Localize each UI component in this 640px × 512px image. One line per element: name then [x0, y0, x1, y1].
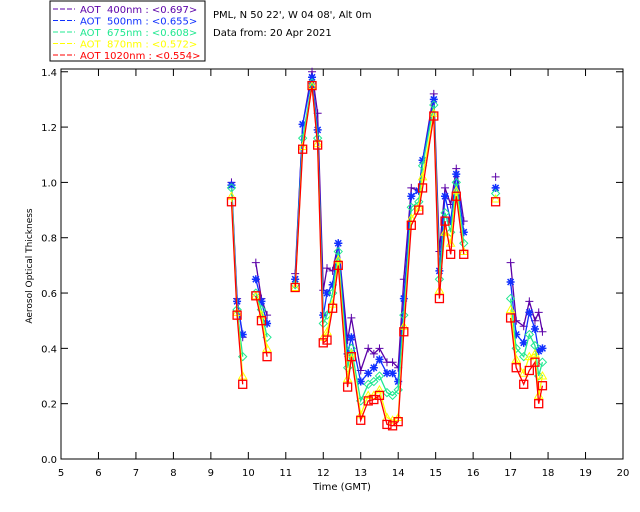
data-point-asterisk: [251, 275, 260, 284]
x-tick-label: 16: [467, 468, 480, 479]
x-tick-label: 14: [392, 468, 405, 479]
data-point-asterisk: [334, 239, 343, 248]
data-point-asterisk: [375, 355, 384, 364]
series-0: [227, 67, 547, 375]
series-line: [230, 77, 543, 384]
legend-entry: AOT 870nm : <0.572>: [80, 40, 197, 51]
y-tick-label: 1.2: [41, 123, 57, 134]
data-point-asterisk: [491, 183, 500, 192]
data-point-asterisk: [347, 333, 356, 342]
y-tick-label: 0.2: [41, 400, 57, 411]
data-point-asterisk: [538, 344, 547, 353]
data-point-plus: [407, 183, 416, 192]
data-point-asterisk: [525, 308, 534, 317]
data-point-asterisk: [388, 369, 397, 378]
data-point-diamond: [537, 357, 548, 367]
data-point-plus: [441, 183, 450, 192]
data-point-asterisk: [308, 73, 317, 82]
series-line: [230, 71, 544, 371]
x-tick-label: 8: [170, 468, 176, 479]
data-point-asterisk: [323, 289, 332, 298]
x-tick-label: 18: [542, 468, 555, 479]
chart-title-line-1: PML, N 50 22', W 04 08', Alt 0m: [213, 10, 372, 21]
x-tick-label: 6: [95, 468, 101, 479]
data-point-plus: [506, 258, 515, 267]
x-tick-label: 17: [504, 468, 517, 479]
data-point-triangle: [490, 193, 501, 203]
data-point-plus: [534, 308, 543, 317]
x-tick-label: 12: [317, 468, 330, 479]
series-2: [226, 78, 548, 406]
data-point-plus: [251, 258, 260, 267]
legend-entry: AOT 675nm : <0.608>: [80, 28, 197, 39]
data-point-plus: [491, 172, 500, 181]
data-point-asterisk: [452, 170, 461, 179]
y-tick-label: 1.0: [41, 178, 57, 189]
data-point-asterisk: [530, 325, 539, 333]
y-tick-label: 0.6: [41, 289, 57, 300]
x-tick-label: 20: [617, 468, 630, 479]
series-4: [226, 80, 548, 431]
x-tick-label: 9: [208, 468, 214, 479]
data-point-plus: [347, 313, 356, 322]
y-tick-label: 1.4: [41, 68, 57, 79]
y-tick-label: 0.4: [41, 344, 57, 355]
legend: AOT 400nm : <0.697>AOT 500nm : <0.655>AO…: [49, 0, 206, 62]
series-line: [230, 82, 544, 404]
legend-entry: AOT 500nm : <0.655>: [80, 17, 197, 28]
data-point-asterisk: [407, 192, 416, 201]
x-tick-label: 13: [354, 468, 367, 479]
legend-entry: AOT 1020nm : <0.554>: [80, 51, 200, 62]
series-1: [227, 73, 547, 386]
series-group: [226, 67, 548, 431]
data-point-asterisk: [429, 95, 438, 104]
x-tick-label: 19: [579, 468, 592, 479]
x-tick-label: 11: [279, 468, 292, 479]
x-axis-label: Time (GMT): [312, 482, 371, 493]
data-point-asterisk: [369, 363, 378, 372]
chart: AOT 400nm : <0.697> AOT 500nm : <0.655> AO…: [0, 0, 640, 512]
x-tick-label: 10: [242, 468, 255, 479]
x-tick-label: 7: [133, 468, 139, 479]
chart-title-line-2: Data from: 20 Apr 2021: [213, 28, 332, 39]
y-tick-label: 0.0: [41, 455, 57, 466]
data-point-asterisk: [506, 277, 515, 286]
aot-chart-svg: AOT 400nm : <0.697>AOT 500nm : <0.655>AO…: [25, 0, 630, 493]
x-tick-label: 15: [429, 468, 442, 479]
data-point-plus: [525, 297, 534, 306]
data-point-asterisk: [441, 192, 450, 201]
legend-entry: AOT 400nm : <0.697>: [80, 5, 197, 16]
data-point-plus: [538, 327, 547, 336]
x-tick-label: 5: [58, 468, 64, 479]
y-tick-label: 0.8: [41, 234, 57, 245]
y-axis-label: Aerosol Optical Thickness: [25, 208, 35, 324]
